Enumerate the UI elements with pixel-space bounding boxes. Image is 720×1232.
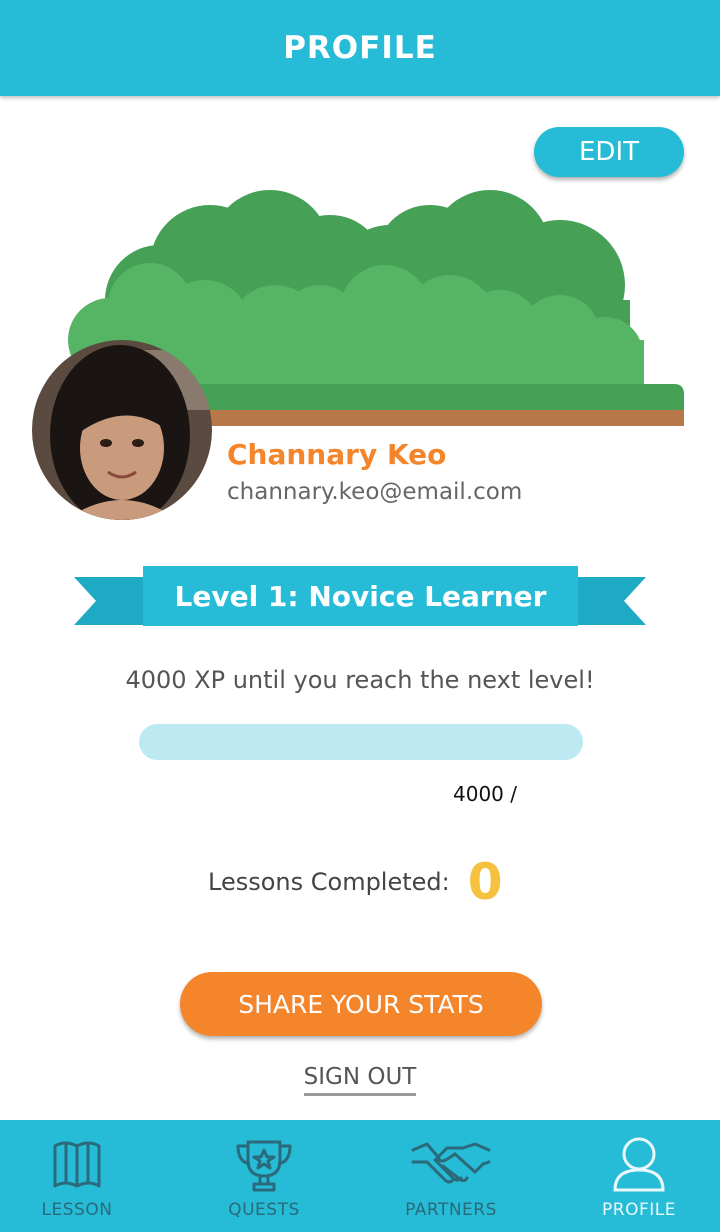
nav-label-lesson: LESSON <box>41 1200 113 1220</box>
lessons-completed-count: 0 <box>467 853 503 911</box>
avatar <box>32 340 212 520</box>
xp-count: 4000 / <box>453 782 517 806</box>
lessons-completed-label: Lessons Completed: <box>208 868 450 896</box>
bottom-nav: LESSON QUESTS PARTNERS PROFILE <box>0 1120 720 1232</box>
xp-remaining-text: 4000 XP until you reach the next level! <box>125 666 595 694</box>
avatar-image <box>32 340 212 520</box>
trophy-icon <box>236 1140 292 1192</box>
handshake-icon <box>411 1142 491 1184</box>
share-stats-button[interactable]: SHARE YOUR STATS <box>180 972 542 1036</box>
ground-grass <box>130 384 684 412</box>
nav-item-quests[interactable]: QUESTS <box>199 1120 329 1232</box>
ground-soil <box>130 410 684 426</box>
nav-item-profile[interactable]: PROFILE <box>574 1120 704 1232</box>
user-icon <box>613 1137 665 1192</box>
sign-out-row: SIGN OUT <box>0 1064 720 1096</box>
nav-label-partners: PARTNERS <box>405 1200 497 1220</box>
book-icon <box>53 1141 101 1188</box>
page-title: PROFILE <box>283 30 437 66</box>
nav-item-lesson[interactable]: LESSON <box>12 1120 142 1232</box>
lessons-completed: Lessons Completed: 0 <box>208 852 503 912</box>
nav-label-quests: QUESTS <box>228 1200 300 1220</box>
user-email: channary.keo@email.com <box>227 479 523 505</box>
nav-label-profile: PROFILE <box>602 1200 676 1220</box>
app-header: PROFILE <box>0 0 720 96</box>
user-name: Channary Keo <box>227 438 447 471</box>
xp-progress-bar <box>139 724 583 760</box>
nav-item-partners[interactable]: PARTNERS <box>386 1120 516 1232</box>
level-title: Level 1: Novice Learner <box>174 579 547 613</box>
sign-out-link[interactable]: SIGN OUT <box>303 1064 417 1096</box>
edit-profile-button[interactable]: EDIT <box>534 127 684 177</box>
